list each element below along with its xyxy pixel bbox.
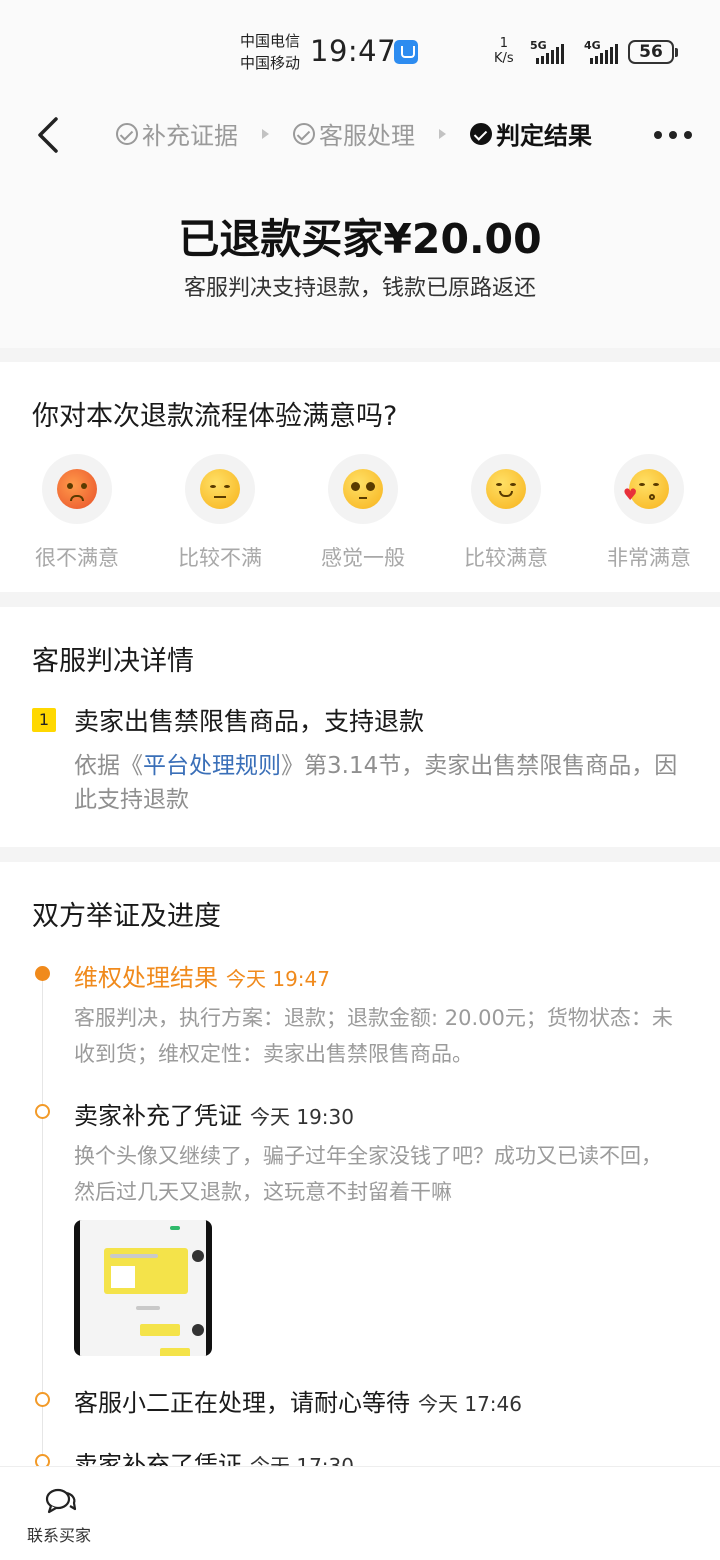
- unamused-face-icon: [200, 469, 240, 509]
- carrier-1: 中国电信: [240, 32, 301, 50]
- neutral-face-icon: [343, 469, 383, 509]
- network-speed: 1 K/s: [494, 36, 514, 66]
- net-speed-value: 1: [499, 36, 508, 51]
- status-bar: 中国电信 中国移动 19:47 1 K/s 5G 4G 56: [0, 0, 720, 100]
- timeline-dot: [35, 1392, 50, 1407]
- survey-question: 你对本次退款流程体验满意吗?: [32, 401, 398, 432]
- timeline-event-title: 客服小二正在处理，请耐心等待 今天 17:46: [74, 1389, 522, 1417]
- step-arrow-icon: [262, 128, 269, 139]
- satisfaction-survey-card: 你对本次退款流程体验满意吗? 很不满意 比较不满 感觉一般 比较满意 ♥ 非常满…: [0, 362, 720, 592]
- timeline-event-title: 卖家补充了凭证 今天 19:30: [74, 1102, 354, 1130]
- verdict-section-title: 客服判决详情: [32, 646, 194, 677]
- check-circle-icon: [293, 122, 315, 145]
- angry-face-icon: [57, 469, 97, 509]
- progress-steps: 补充证据 客服处理 判定结果: [116, 116, 592, 151]
- step-arrow-icon: [439, 128, 446, 139]
- timeline-event-time: 今天 17:46: [418, 1392, 522, 1416]
- timeline-event-body: 换个头像又继续了，骗子过年全家没钱了吧？成功又已读不回，然后过几天又退款，这玩意…: [74, 1144, 662, 1204]
- shopping-bag-icon: [394, 40, 418, 64]
- step-label: 补充证据: [142, 122, 238, 150]
- evidence-progress-card: 双方举证及进度 维权处理结果 今天 19:47 客服判决，执行方案：退款；退款金额…: [0, 862, 720, 1472]
- check-circle-filled-icon: [470, 122, 492, 145]
- step-label: 判定结果: [496, 122, 592, 150]
- refund-result-subtitle: 客服判决支持退款，钱款已原路返还: [183, 276, 536, 301]
- nav-bar: 补充证据 客服处理 判定结果: [0, 100, 720, 170]
- timeline-event-title: 维权处理结果 今天 19:47: [74, 964, 330, 992]
- rating-very-dissatisfied[interactable]: 很不满意: [17, 454, 137, 572]
- check-circle-icon: [116, 122, 138, 145]
- step-label: 客服处理: [319, 122, 415, 150]
- platform-rules-link[interactable]: 平台处理规则: [143, 753, 281, 779]
- rating-label: 比较满意: [464, 546, 548, 570]
- rating-satisfied[interactable]: 比较满意: [446, 454, 566, 572]
- evidence-screenshot-thumbnail[interactable]: [74, 1220, 212, 1356]
- timeline-event-time: 今天 19:47: [226, 967, 330, 991]
- rating-very-satisfied[interactable]: ♥ 非常满意: [589, 454, 709, 572]
- rating-label: 非常满意: [607, 546, 691, 570]
- step-supplement-evidence: 补充证据: [116, 116, 238, 151]
- refund-amount-title: 已退款买家¥20.00: [178, 215, 542, 263]
- more-options-icon[interactable]: [654, 131, 692, 139]
- kissing-heart-face-icon: ♥: [623, 469, 669, 509]
- rating-label: 感觉一般: [321, 546, 405, 570]
- rating-neutral[interactable]: 感觉一般: [303, 454, 423, 572]
- battery-indicator: 56: [628, 40, 678, 64]
- chat-bubble-icon: [45, 1488, 77, 1514]
- timeline-event-body: 客服判决，执行方案：退款；退款金额: 20.00元；货物状态：未收到货；维权定性…: [74, 1006, 673, 1066]
- timeline-dot: [35, 1104, 50, 1119]
- step-service-processing: 客服处理: [293, 116, 415, 151]
- back-arrow-icon[interactable]: [36, 116, 60, 154]
- contact-buyer-label: 联系买家: [27, 1526, 92, 1545]
- rating-dissatisfied[interactable]: 比较不满: [160, 454, 280, 572]
- smiling-face-icon: [486, 469, 526, 509]
- progress-section-title: 双方举证及进度: [32, 901, 221, 932]
- bottom-action-bar: 联系买家: [0, 1466, 720, 1560]
- rating-label: 很不满意: [35, 546, 119, 570]
- timeline-event-time: 今天 19:30: [250, 1105, 354, 1129]
- step-judgment-result: 判定结果: [470, 116, 592, 151]
- carrier-2: 中国移动: [240, 54, 301, 72]
- verdict-item-number: 1: [32, 708, 56, 732]
- status-time: 19:47: [310, 34, 397, 68]
- carrier-names: 中国电信 中国移动: [240, 30, 300, 74]
- rating-label: 比较不满: [178, 546, 262, 570]
- verdict-item-title: 卖家出售禁限售商品，支持退款: [74, 707, 425, 736]
- net-speed-unit: K/s: [494, 51, 514, 66]
- verdict-details-card: 客服判决详情 1 卖家出售禁限售商品，支持退款 依据《平台处理规则》第3.14节…: [0, 607, 720, 847]
- refund-result-card: 已退款买家¥20.00: [0, 170, 720, 348]
- timeline-dot-active: [35, 966, 50, 981]
- verdict-basis-text: 依据《平台处理规则》第3.14节，卖家出售禁限售商品，因此支持退款: [74, 753, 678, 813]
